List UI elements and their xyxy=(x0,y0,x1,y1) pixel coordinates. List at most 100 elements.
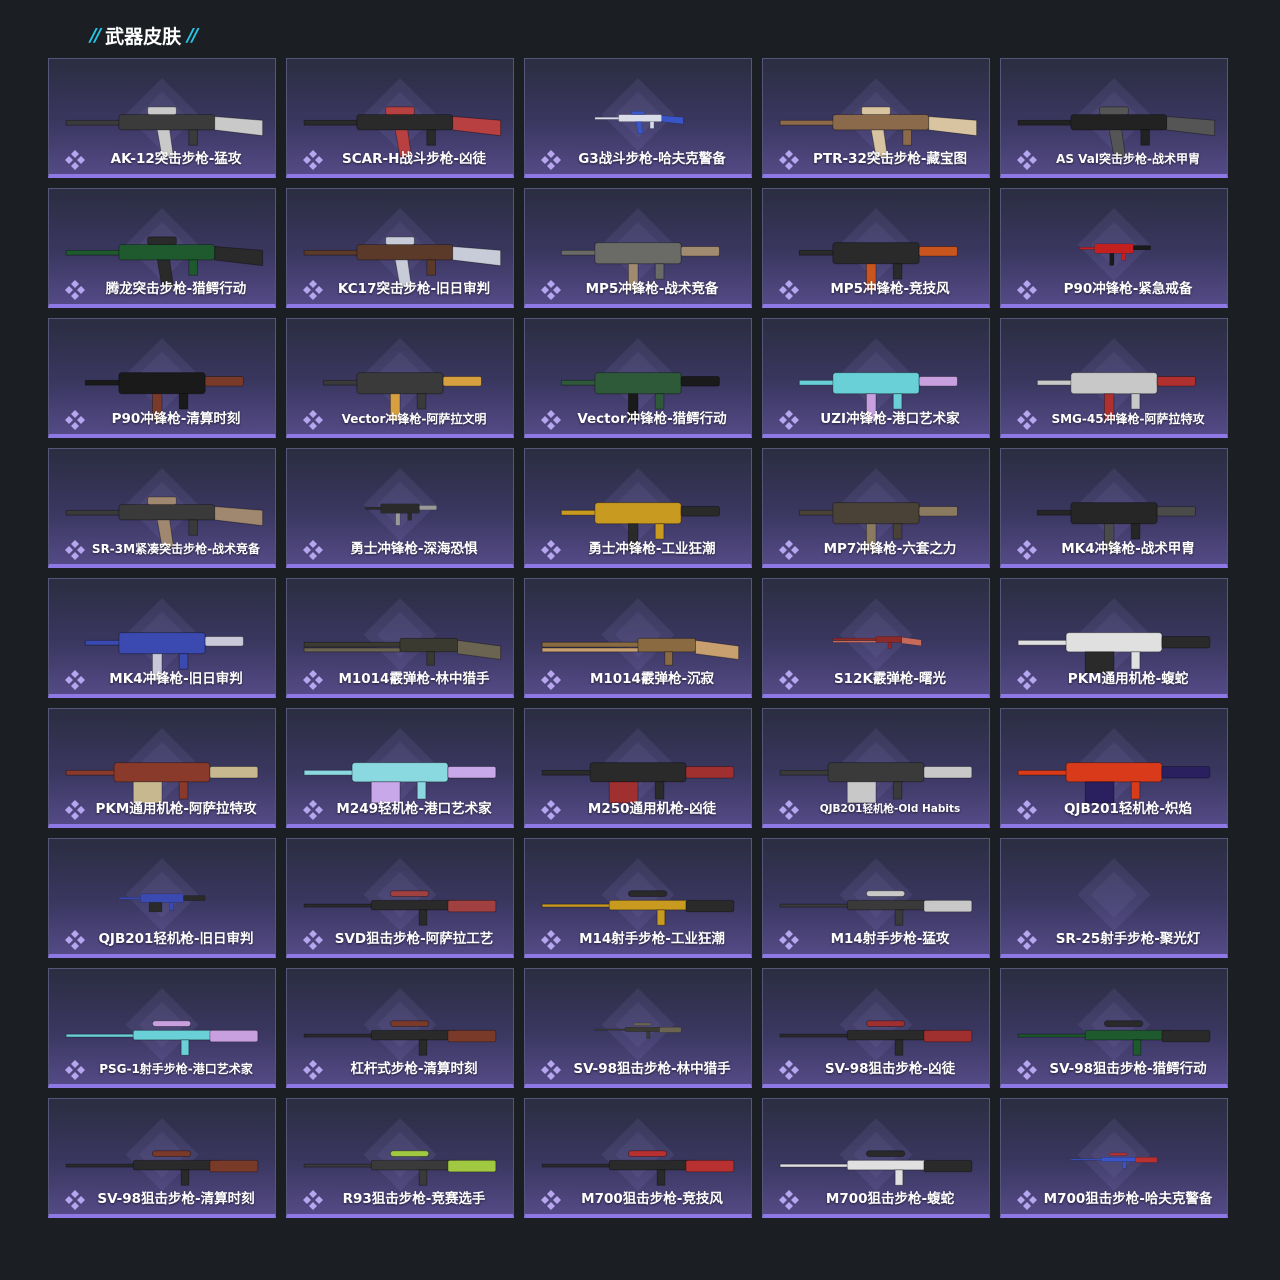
card-label-row: G3战斗步枪-哈夫克警备 xyxy=(525,147,751,171)
weapon-skin-card[interactable]: UZI冲锋枪-港口艺术家 xyxy=(762,318,990,438)
weapon-skin-name: SVD狙击步枪-阿萨拉工艺 xyxy=(334,931,494,947)
weapon-skin-card[interactable]: Vector冲锋枪-猎鳄行动 xyxy=(524,318,752,438)
weapon-skin-card[interactable]: SR-25射手步枪-聚光灯 xyxy=(1000,838,1228,958)
rarity-diamond-icon xyxy=(779,670,799,690)
rarity-diamond-icon xyxy=(779,410,799,430)
weapon-skin-card[interactable]: SV-98狙击步枪-林中猎手 xyxy=(524,968,752,1088)
weapon-skin-card[interactable]: S12K霰弹枪-曙光 xyxy=(762,578,990,698)
weapon-skin-name: M14射手步枪-猛攻 xyxy=(830,931,950,947)
rarity-diamond-icon xyxy=(1017,930,1037,950)
weapon-skin-name: SR-3M紧凑突击步枪-战术竞备 xyxy=(91,542,261,556)
weapon-skin-name: SV-98狙击步枪-猎鳄行动 xyxy=(1049,1061,1207,1077)
weapon-skin-card[interactable]: MK4冲锋枪-战术甲胄 xyxy=(1000,448,1228,568)
card-label-row: M250通用机枪-凶徒 xyxy=(525,797,751,821)
weapon-skin-card[interactable]: M14射手步枪-猛攻 xyxy=(762,838,990,958)
weapon-skin-name: M250通用机枪-凶徒 xyxy=(587,801,717,817)
weapon-skin-card[interactable]: PSG-1射手步枪-港口艺术家 xyxy=(48,968,276,1088)
weapon-skin-grid: AK-12突击步枪-猛攻 SCAR-H战斗步枪-凶徒 G3战斗步枪-哈夫克警备 PTR… xyxy=(48,58,1228,1218)
weapon-skin-card[interactable]: SV-98狙击步枪-猎鳄行动 xyxy=(1000,968,1228,1088)
weapon-skin-card[interactable]: KC17突击步枪-旧日审判 xyxy=(286,188,514,308)
card-label-row: Vector冲锋枪-阿萨拉文明 xyxy=(287,407,513,431)
weapon-skin-name: M700狙击步枪-蝮蛇 xyxy=(825,1191,955,1207)
rarity-diamond-icon xyxy=(65,800,85,820)
weapon-skin-card[interactable]: 勇士冲锋枪-工业狂潮 xyxy=(524,448,752,568)
weapon-skin-card[interactable]: SV-98狙击步枪-清算时刻 xyxy=(48,1098,276,1218)
weapon-skin-card[interactable]: P90冲锋枪-清算时刻 xyxy=(48,318,276,438)
card-label-row: M14射手步枪-工业狂潮 xyxy=(525,927,751,951)
rarity-diamond-icon xyxy=(1017,150,1037,170)
rarity-diamond-icon xyxy=(65,280,85,300)
card-label-row: P90冲锋枪-清算时刻 xyxy=(49,407,275,431)
rarity-diamond-icon xyxy=(65,410,85,430)
weapon-skin-name: M1014霰弹枪-林中猎手 xyxy=(338,671,490,687)
weapon-skin-card[interactable]: M250通用机枪-凶徒 xyxy=(524,708,752,828)
card-label-row: SMG-45冲锋枪-阿萨拉特攻 xyxy=(1001,407,1227,431)
card-label-row: S12K霰弹枪-曙光 xyxy=(763,667,989,691)
weapon-skin-name: Vector冲锋枪-猎鳄行动 xyxy=(577,411,727,427)
weapon-skin-card[interactable]: QJB201轻机枪-炽焰 xyxy=(1000,708,1228,828)
weapon-skin-card[interactable]: M700狙击步枪-哈夫克警备 xyxy=(1000,1098,1228,1218)
rarity-diamond-icon xyxy=(779,930,799,950)
weapon-skin-card[interactable]: PKM通用机枪-蝮蛇 xyxy=(1000,578,1228,698)
weapon-skin-card[interactable]: SV-98狙击步枪-凶徒 xyxy=(762,968,990,1088)
weapon-skin-card[interactable]: MP7冲锋枪-六套之力 xyxy=(762,448,990,568)
rarity-diamond-icon xyxy=(779,800,799,820)
weapon-skin-card[interactable]: M249轻机枪-港口艺术家 xyxy=(286,708,514,828)
weapon-skin-card[interactable]: M1014霰弹枪-沉寂 xyxy=(524,578,752,698)
card-label-row: MK4冲锋枪-战术甲胄 xyxy=(1001,537,1227,561)
card-label-row: M249轻机枪-港口艺术家 xyxy=(287,797,513,821)
weapon-skin-name: R93狙击步枪-竞赛选手 xyxy=(342,1191,486,1207)
weapon-skin-card[interactable]: AS Val突击步枪-战术甲胄 xyxy=(1000,58,1228,178)
weapon-skin-card[interactable]: P90冲锋枪-紧急戒备 xyxy=(1000,188,1228,308)
weapon-skin-card[interactable]: AK-12突击步枪-猛攻 xyxy=(48,58,276,178)
weapon-skin-name: SV-98狙击步枪-清算时刻 xyxy=(97,1191,255,1207)
card-label-row: 腾龙突击步枪-猎鳄行动 xyxy=(49,277,275,301)
weapon-skin-card[interactable]: SCAR-H战斗步枪-凶徒 xyxy=(286,58,514,178)
weapon-skin-card[interactable]: SR-3M紧凑突击步枪-战术竞备 xyxy=(48,448,276,568)
weapon-skin-card[interactable]: MK4冲锋枪-旧日审判 xyxy=(48,578,276,698)
weapon-skin-card[interactable]: PKM通用机枪-阿萨拉特攻 xyxy=(48,708,276,828)
weapon-skin-card[interactable]: QJB201轻机枪-旧日审判 xyxy=(48,838,276,958)
card-label-row: PSG-1射手步枪-港口艺术家 xyxy=(49,1057,275,1081)
weapon-skin-card[interactable]: PTR-32突击步枪-藏宝图 xyxy=(762,58,990,178)
weapon-skin-card[interactable]: 腾龙突击步枪-猎鳄行动 xyxy=(48,188,276,308)
weapon-skin-card[interactable]: QJB201轻机枪-Old Habits xyxy=(762,708,990,828)
rarity-diamond-icon xyxy=(541,800,561,820)
weapon-skin-name: S12K霰弹枪-曙光 xyxy=(833,671,947,687)
section-header: // 武器皮肤 // xyxy=(90,20,198,50)
weapon-skin-card[interactable]: M700狙击步枪-蝮蛇 xyxy=(762,1098,990,1218)
weapon-skin-card[interactable]: M1014霰弹枪-林中猎手 xyxy=(286,578,514,698)
rarity-diamond-icon xyxy=(303,670,323,690)
weapon-skin-name: MK4冲锋枪-旧日审判 xyxy=(109,671,243,687)
rarity-diamond-icon xyxy=(1017,280,1037,300)
weapon-skin-card[interactable]: 勇士冲锋枪-深海恐惧 xyxy=(286,448,514,568)
rarity-diamond-icon xyxy=(303,410,323,430)
rarity-diamond-icon xyxy=(65,1190,85,1210)
weapon-skin-name: 腾龙突击步枪-猎鳄行动 xyxy=(105,281,247,297)
weapon-skin-card[interactable]: G3战斗步枪-哈夫克警备 xyxy=(524,58,752,178)
card-label-row: PKM通用机枪-蝮蛇 xyxy=(1001,667,1227,691)
rarity-diamond-icon xyxy=(1017,1190,1037,1210)
weapon-skin-card[interactable]: 杠杆式步枪-清算时刻 xyxy=(286,968,514,1088)
rarity-diamond-icon xyxy=(1017,800,1037,820)
weapon-skin-card[interactable]: M14射手步枪-工业狂潮 xyxy=(524,838,752,958)
card-label-row: M700狙击步枪-竞技风 xyxy=(525,1187,751,1211)
card-label-row: Vector冲锋枪-猎鳄行动 xyxy=(525,407,751,431)
rarity-diamond-icon xyxy=(541,670,561,690)
weapon-skin-card[interactable]: SVD狙击步枪-阿萨拉工艺 xyxy=(286,838,514,958)
weapon-skin-name: 杠杆式步枪-清算时刻 xyxy=(350,1061,478,1077)
rarity-diamond-icon xyxy=(1017,540,1037,560)
weapon-skin-card[interactable]: Vector冲锋枪-阿萨拉文明 xyxy=(286,318,514,438)
weapon-skin-card[interactable]: M700狙击步枪-竞技风 xyxy=(524,1098,752,1218)
rarity-diamond-icon xyxy=(65,930,85,950)
rarity-diamond-icon xyxy=(303,150,323,170)
weapon-skin-name: P90冲锋枪-紧急戒备 xyxy=(1063,281,1193,297)
weapon-skin-card[interactable]: MP5冲锋枪-竞技风 xyxy=(762,188,990,308)
weapon-skin-card[interactable]: SMG-45冲锋枪-阿萨拉特攻 xyxy=(1000,318,1228,438)
weapon-skin-name: MP7冲锋枪-六套之力 xyxy=(823,541,957,557)
rarity-diamond-icon xyxy=(303,280,323,300)
weapon-skin-name: UZI冲锋枪-港口艺术家 xyxy=(820,411,960,427)
rarity-diamond-icon xyxy=(541,280,561,300)
weapon-skin-card[interactable]: MP5冲锋枪-战术竞备 xyxy=(524,188,752,308)
weapon-skin-card[interactable]: R93狙击步枪-竞赛选手 xyxy=(286,1098,514,1218)
